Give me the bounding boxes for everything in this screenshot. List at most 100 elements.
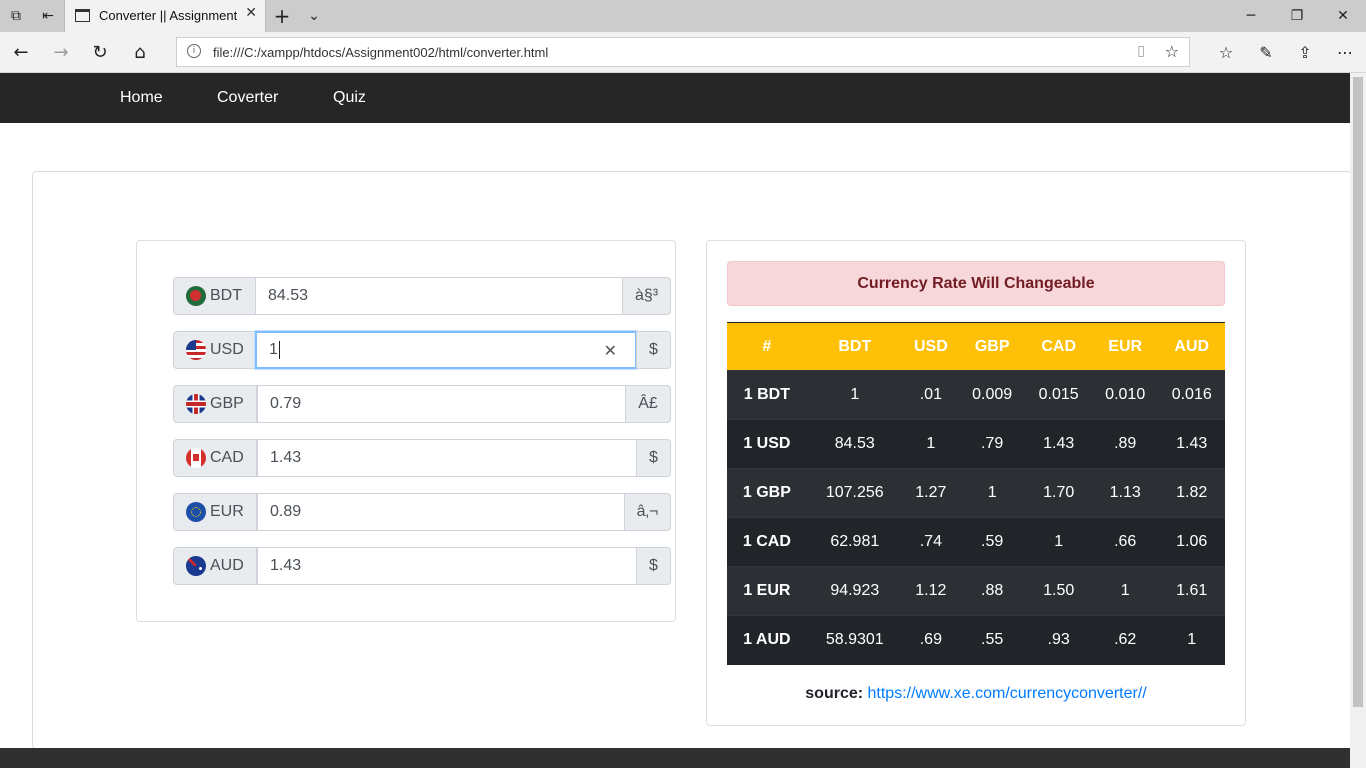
row-header: 1 EUR — [727, 566, 807, 616]
currency-code: CAD — [210, 449, 244, 466]
set-tabs-aside-icon[interactable]: ⇤ — [36, 4, 60, 28]
table-cell: 1.06 — [1158, 517, 1225, 567]
usd-amount-input[interactable]: 1 ✕ — [255, 331, 637, 369]
share-icon[interactable]: ⇪ — [1291, 39, 1319, 65]
table-row: 1 USD 84.53 1 .79 1.43 .89 1.43 — [727, 419, 1225, 469]
canada-flag-icon — [186, 448, 206, 468]
address-bar[interactable]: i file:///C:/xampp/htdocs/Assignment002/… — [176, 37, 1190, 67]
table-cell: .69 — [902, 615, 959, 665]
nav-quiz[interactable]: Quiz — [333, 89, 366, 107]
info-icon[interactable]: i — [187, 44, 201, 58]
table-row: 1 GBP 107.256 1.27 1 1.70 1.13 1.82 — [727, 468, 1225, 518]
favorites-icon[interactable]: ☆ — [1212, 39, 1240, 65]
row-header: 1 CAD — [727, 517, 807, 567]
table-cell: 1 — [1158, 615, 1225, 665]
tab-actions-icon[interactable]: ⧉ — [4, 4, 28, 28]
table-cell: 1.27 — [902, 468, 959, 518]
table-cell: .88 — [958, 566, 1026, 616]
column-header: USD — [902, 322, 959, 371]
column-header: GBP — [958, 322, 1026, 371]
source-label: source: — [805, 685, 864, 702]
table-cell: 1.70 — [1025, 468, 1092, 518]
browser-tab[interactable]: Converter || Assignment ✕ — [64, 0, 266, 32]
browser-toolbar: ← → ↻ ⌂ i file:///C:/xampp/htdocs/Assign… — [0, 32, 1366, 73]
currency-code: GBP — [210, 395, 244, 412]
currency-label: AUD — [173, 547, 257, 585]
table-cell: 1 — [806, 370, 903, 420]
table-row: 1 AUD 58.9301 .69 .55 .93 .62 1 — [727, 615, 1225, 665]
table-cell: 0.009 — [958, 370, 1026, 420]
gbp-amount-input[interactable]: 0.79 — [257, 385, 626, 423]
table-cell: .79 — [958, 419, 1026, 469]
currency-code: EUR — [210, 503, 244, 520]
table-cell: 0.015 — [1025, 370, 1092, 420]
more-icon[interactable]: ⋯ — [1331, 39, 1359, 65]
table-cell: 0.010 — [1091, 370, 1159, 420]
vertical-scrollbar[interactable] — [1350, 73, 1366, 768]
refresh-icon[interactable]: ↻ — [87, 39, 113, 65]
nav-converter[interactable]: Coverter — [217, 89, 278, 107]
table-cell: 62.981 — [806, 517, 903, 567]
converter-card: BDT 84.53 à§³ USD 1 ✕ $ GBP 0.79 Â£ CAD … — [136, 240, 676, 622]
table-cell: .74 — [902, 517, 959, 567]
table-cell: .93 — [1025, 615, 1092, 665]
table-cell: 107.256 — [806, 468, 903, 518]
site-navbar: Home Coverter Quiz — [0, 73, 1350, 123]
favorite-star-icon[interactable]: ☆ — [1165, 42, 1179, 61]
table-row: 1 EUR 94.923 1.12 .88 1.50 1 1.61 — [727, 566, 1225, 616]
row-header: 1 AUD — [727, 615, 807, 665]
restore-icon[interactable]: ❐ — [1274, 0, 1320, 32]
close-window-icon[interactable]: ✕ — [1320, 0, 1366, 32]
table-cell: .89 — [1091, 419, 1159, 469]
table-cell: 1 — [1025, 517, 1092, 567]
rate-table: # BDT USD GBP CAD EUR AUD 1 BDT 1 .01 0.… — [727, 322, 1225, 665]
close-tab-icon[interactable]: ✕ — [245, 5, 257, 21]
rate-card: Currency Rate Will Changeable # BDT USD … — [706, 240, 1246, 726]
currency-label: GBP — [173, 385, 257, 423]
row-header: 1 BDT — [727, 370, 807, 420]
bdt-amount-input[interactable]: 84.53 — [255, 277, 623, 315]
browser-tab-bar: ⧉ ⇤ Converter || Assignment ✕ + ⌄ ─ ❐ ✕ — [0, 0, 1366, 32]
forward-icon[interactable]: → — [48, 39, 74, 65]
nav-home[interactable]: Home — [120, 89, 163, 107]
currency-symbol: Â£ — [625, 385, 671, 423]
row-header: 1 USD — [727, 419, 807, 469]
table-cell: 1.50 — [1025, 566, 1092, 616]
table-cell: 94.923 — [806, 566, 903, 616]
page-viewport: Home Coverter Quiz BDT 84.53 à§³ USD 1 ✕… — [0, 73, 1366, 768]
reading-view-icon[interactable]: ▯ — [1137, 43, 1145, 59]
table-cell: 58.9301 — [806, 615, 903, 665]
back-icon[interactable]: ← — [8, 39, 34, 65]
currency-label: USD — [173, 331, 257, 369]
eur-amount-input[interactable]: 0.89 — [257, 493, 625, 531]
home-icon[interactable]: ⌂ — [127, 39, 153, 65]
table-cell: 1.13 — [1091, 468, 1159, 518]
currency-code: USD — [210, 341, 244, 358]
currency-label: BDT — [173, 277, 257, 315]
source-link[interactable]: https://www.xe.com/currencyconverter// — [868, 685, 1147, 702]
aud-amount-input[interactable]: 1.43 — [257, 547, 637, 585]
new-tab-icon[interactable]: + — [270, 4, 294, 28]
currency-symbol: $ — [636, 547, 671, 585]
usd-amount-value: 1 — [269, 341, 278, 358]
address-url[interactable]: file:///C:/xampp/htdocs/Assignment002/ht… — [213, 45, 548, 60]
tab-list-chevron-icon[interactable]: ⌄ — [302, 4, 326, 28]
currency-code: AUD — [210, 557, 244, 574]
column-header: AUD — [1158, 322, 1225, 371]
row-header: 1 GBP — [727, 468, 807, 518]
minimize-icon[interactable]: ─ — [1228, 0, 1274, 32]
table-cell: 1.82 — [1158, 468, 1225, 518]
table-cell: 1 — [1091, 566, 1159, 616]
table-row: 1 BDT 1 .01 0.009 0.015 0.010 0.016 — [727, 370, 1225, 420]
currency-code: BDT — [210, 287, 242, 304]
cad-amount-input[interactable]: 1.43 — [257, 439, 637, 477]
pen-icon[interactable]: ✎ — [1252, 39, 1280, 65]
table-cell: 1 — [958, 468, 1026, 518]
clear-input-icon[interactable]: ✕ — [604, 341, 617, 360]
scrollbar-thumb[interactable] — [1353, 77, 1363, 707]
column-header: CAD — [1025, 322, 1092, 371]
rate-alert: Currency Rate Will Changeable — [727, 261, 1225, 306]
column-header: BDT — [806, 322, 903, 371]
table-cell: .59 — [958, 517, 1026, 567]
uk-flag-icon — [186, 394, 206, 414]
